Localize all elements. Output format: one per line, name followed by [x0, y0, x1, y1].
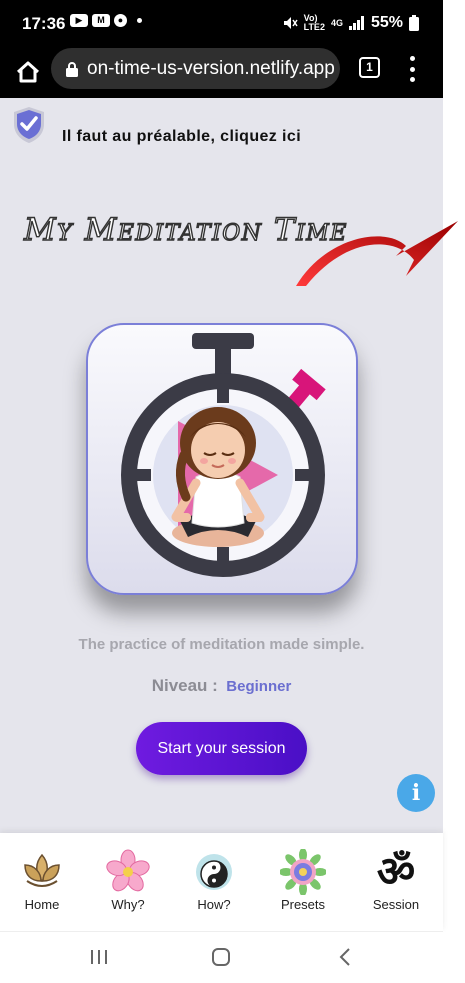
status-right: Vo) LTE2 4G 55%	[282, 14, 419, 32]
gmail-icon: M	[92, 14, 110, 27]
menu-dot-icon	[409, 56, 415, 61]
url-text: on-time-us-version.netlify.app	[87, 57, 335, 79]
yin-yang-icon	[196, 854, 232, 890]
nav-label: Home	[24, 897, 60, 912]
mandala-icon	[280, 849, 326, 895]
nav-item-how[interactable]: How?	[174, 849, 254, 912]
om-icon: ॐ	[376, 847, 416, 896]
nav-label: How?	[197, 897, 231, 912]
mute-icon	[283, 17, 298, 29]
notification-icons: ▶ M ●	[70, 14, 142, 27]
lock-icon	[66, 61, 78, 77]
nav-item-session[interactable]: ॐ Session	[356, 847, 436, 913]
network-type: Vo) LTE2	[303, 13, 325, 32]
flower-icon	[106, 849, 150, 892]
youtube-icon: ▶	[70, 14, 88, 27]
level-row: Niveau : Beginner	[0, 676, 443, 696]
menu-dot-icon	[409, 77, 415, 82]
more-notifications-icon	[137, 18, 142, 23]
lotus-icon	[24, 853, 60, 887]
start-session-button[interactable]: Start your session	[136, 722, 307, 775]
info-button[interactable]: i	[397, 774, 435, 812]
red-curved-arrow-icon	[296, 221, 458, 286]
chrome-icon: ●	[114, 14, 127, 27]
status-time: 17:36	[22, 14, 66, 33]
nav-item-why[interactable]: Why?	[88, 849, 168, 912]
tagline: The practice of meditation made simple.	[78, 636, 365, 653]
prerequisite-link[interactable]: Il faut au préalable, cliquez ici	[62, 128, 301, 146]
shield-check-icon[interactable]	[13, 106, 45, 144]
nav-item-presets[interactable]: Presets	[263, 849, 343, 912]
signal-icon	[348, 16, 364, 30]
app-logo	[86, 323, 358, 595]
battery-icon	[409, 15, 419, 31]
network-gen: 4G	[330, 17, 343, 28]
status-bar: 17:36 ▶ M ● Vo) LTE2 4G 55%	[0, 0, 443, 48]
browser-menu-button[interactable]	[404, 56, 420, 82]
home-icon	[16, 61, 40, 83]
nav-label: Session	[372, 897, 420, 912]
page-content: Il faut au préalable, cliquez ici My Med…	[0, 98, 458, 833]
back-icon[interactable]	[330, 944, 360, 970]
home-nav-icon[interactable]	[206, 944, 236, 970]
browser-toolbar: on-time-us-version.netlify.app 1	[0, 48, 443, 98]
address-bar[interactable]: on-time-us-version.netlify.app	[51, 48, 340, 89]
meditation-timer-illustration	[121, 333, 326, 577]
nav-label: Presets	[280, 897, 326, 912]
tab-switcher-button[interactable]: 1	[359, 57, 380, 78]
menu-dot-icon	[409, 66, 415, 72]
recent-apps-icon[interactable]	[84, 944, 114, 970]
android-navigation-bar	[0, 931, 443, 983]
nav-item-home[interactable]: Home	[2, 849, 82, 912]
home-button[interactable]	[14, 58, 42, 86]
battery-level: 55%	[370, 14, 403, 31]
level-label: Niveau :	[151, 676, 218, 695]
bottom-nav: Home Why? How? Presets ॐ Session	[0, 833, 443, 931]
level-value[interactable]: Beginner	[226, 678, 291, 695]
nav-label: Why?	[111, 897, 145, 912]
app-title: My Meditation Time	[23, 211, 348, 248]
